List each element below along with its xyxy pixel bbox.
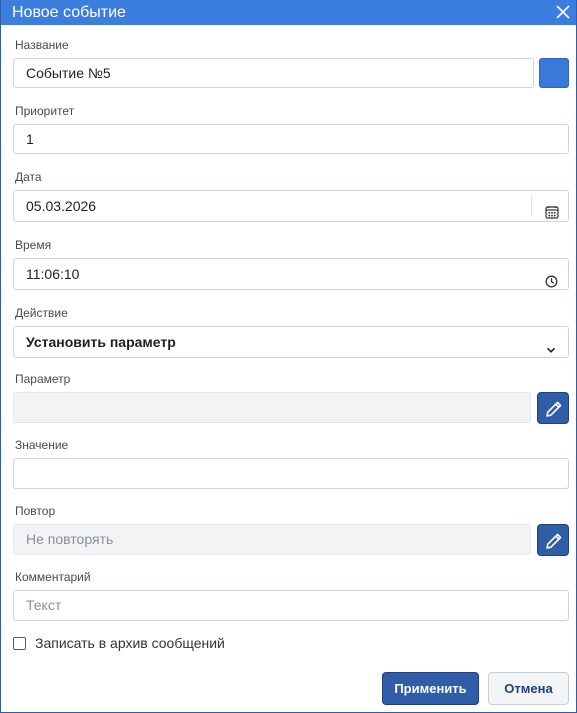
value-input[interactable] (13, 458, 569, 489)
archive-checkbox[interactable] (13, 637, 26, 650)
comment-input[interactable]: Текст (13, 590, 569, 621)
priority-input[interactable]: 1 (13, 124, 569, 154)
repeat-value: Не повторять (26, 531, 114, 547)
pencil-icon (546, 401, 562, 417)
value-label: Значение (15, 438, 69, 452)
calendar-icon[interactable] (545, 199, 559, 219)
date-label: Дата (15, 170, 42, 184)
repeat-input: Не повторять (13, 524, 531, 555)
color-picker-swatch[interactable] (539, 58, 569, 88)
action-select[interactable]: Установить параметр (13, 326, 569, 358)
parameter-input (13, 392, 531, 423)
action-value: Установить параметр (26, 334, 176, 350)
name-label: Название (15, 38, 69, 52)
repeat-label: Повтор (15, 504, 56, 518)
pencil-icon (546, 533, 562, 549)
cancel-button[interactable]: Отмена (488, 672, 569, 705)
name-input[interactable]: Событие №5 (13, 58, 534, 88)
comment-label: Комментарий (15, 570, 91, 584)
repeat-edit-button[interactable] (537, 524, 569, 556)
chevron-down-icon (545, 336, 559, 353)
name-value: Событие №5 (26, 65, 111, 81)
time-input[interactable]: 11:06:10 (13, 258, 569, 290)
time-label: Время (15, 238, 52, 252)
archive-checkbox-label[interactable]: Записать в архив сообщений (35, 635, 225, 651)
dialog-title: Новое событие (12, 4, 126, 21)
date-input[interactable]: 05.03.2026 (13, 190, 569, 222)
parameter-label: Параметр (15, 372, 71, 386)
clock-icon[interactable] (545, 268, 559, 288)
priority-label: Приоритет (15, 104, 75, 118)
dialog-titlebar: Новое событие (1, 0, 576, 25)
time-value: 11:06:10 (26, 266, 80, 282)
date-value: 05.03.2026 (26, 198, 97, 214)
parameter-edit-button[interactable] (537, 392, 569, 424)
comment-placeholder: Текст (26, 597, 62, 613)
priority-value: 1 (26, 131, 34, 147)
close-icon[interactable] (556, 5, 570, 19)
date-separator (531, 195, 532, 217)
apply-button[interactable]: Применить (382, 672, 479, 705)
action-label: Действие (15, 306, 68, 320)
